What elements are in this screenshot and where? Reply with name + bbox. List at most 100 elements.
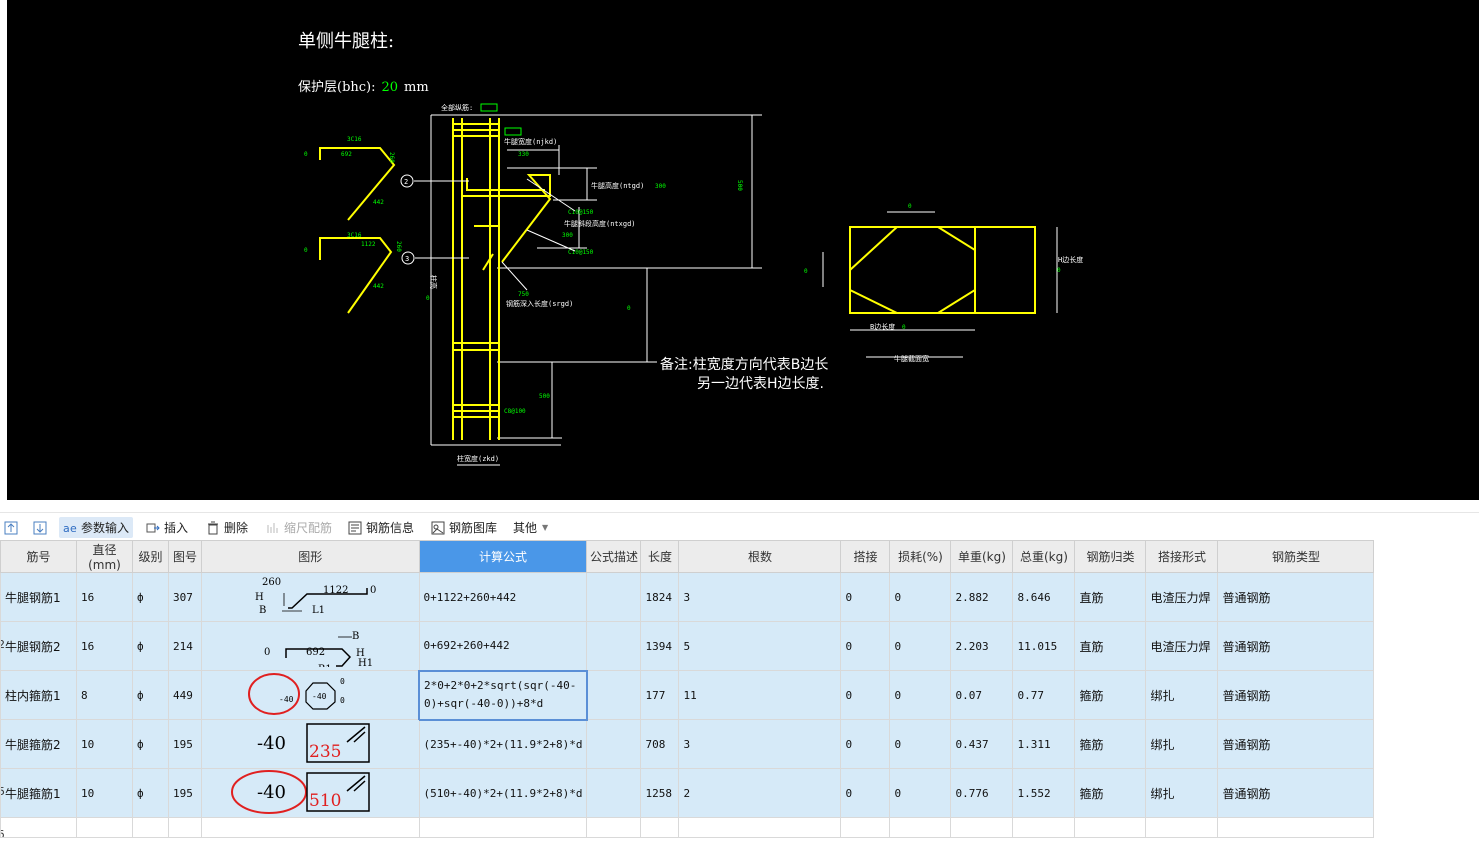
cell-loss[interactable]: 0	[889, 621, 952, 671]
cell-unit-weight[interactable]: 2.882	[950, 572, 1014, 622]
move-up-button[interactable]	[4, 517, 22, 538]
cell-fig-no[interactable]: 449	[168, 670, 202, 720]
njkd-input-box[interactable]	[504, 127, 522, 136]
cell-shape[interactable]: -40 -40 0 0	[201, 670, 420, 720]
delete-button[interactable]: 删除	[206, 517, 248, 538]
header-rebar-type[interactable]: 钢筋类型	[1217, 540, 1375, 573]
value-ntgd[interactable]: 300	[655, 183, 666, 190]
header-formula-desc[interactable]: 公式描述	[586, 540, 642, 573]
cell-empty[interactable]	[132, 817, 169, 838]
table-row-empty[interactable]: 6	[0, 817, 1375, 838]
cell-empty[interactable]	[1145, 817, 1219, 838]
cell-name[interactable]: 牛腿箍筋2	[0, 719, 77, 769]
value-column-height[interactable]: 0	[426, 295, 430, 302]
cell-grade[interactable]: ф	[132, 768, 169, 818]
header-rebar-no[interactable]: 筋号	[0, 540, 77, 573]
bar1-length[interactable]: 692	[341, 151, 352, 158]
cell-unit-weight[interactable]: 0.437	[950, 719, 1014, 769]
cell-rebar-type[interactable]: 普通钢筋	[1217, 719, 1375, 769]
cell-lap-type[interactable]: 绑扎	[1145, 719, 1219, 769]
cell-fig-no[interactable]: 195	[168, 768, 202, 818]
cell-lap-type[interactable]: 电渣压力焊	[1145, 621, 1219, 671]
cell-name[interactable]: 柱内箍筋1	[0, 670, 77, 720]
value-right-dim[interactable]: 500	[736, 180, 743, 191]
cell-rebar-type[interactable]: 普通钢筋	[1217, 768, 1375, 818]
cell-fig-no[interactable]: 214	[168, 621, 202, 671]
table-row[interactable]: 牛腿箍筋2 10 ф 195 -40 235 (235+-40)*2+(11.9…	[0, 719, 1375, 769]
cell-empty[interactable]	[1074, 817, 1147, 838]
cell-lap[interactable]: 0	[840, 621, 891, 671]
cell-grade[interactable]: ф	[132, 719, 169, 769]
cell-grade[interactable]: ф	[132, 572, 169, 622]
cell-category[interactable]: 直筋	[1074, 572, 1147, 622]
header-lap[interactable]: 搭接	[840, 540, 891, 573]
move-down-button[interactable]	[33, 517, 51, 538]
cell-loss[interactable]: 0	[889, 768, 952, 818]
cell-fig-no[interactable]: 195	[168, 719, 202, 769]
section-b-value[interactable]: 0	[902, 324, 906, 331]
cell-lap[interactable]: 0	[840, 572, 891, 622]
bar1-spec[interactable]: 3C16	[347, 136, 362, 143]
cell-empty[interactable]	[586, 817, 642, 838]
cell-empty[interactable]	[168, 817, 202, 838]
table-row[interactable]: 柱内箍筋1 8 ф 449 -40 -40 0 0 2*0+2*0+2*sqrt…	[0, 669, 1375, 721]
value-anchor[interactable]: 750	[518, 291, 529, 298]
cell-empty[interactable]: 6	[0, 817, 77, 838]
cell-length[interactable]: 1394	[640, 621, 680, 671]
cell-empty[interactable]	[201, 817, 420, 838]
header-total-weight[interactable]: 总重(kg)	[1012, 540, 1076, 573]
bar2-spec[interactable]: 3C16	[347, 232, 362, 239]
table-row[interactable]: 2牛腿钢筋2 16 ф 214 0 692 B H H1 B1	[0, 621, 1375, 671]
cell-rebar-type[interactable]: 普通钢筋	[1217, 572, 1375, 622]
cell-rebar-type[interactable]: 普通钢筋	[1217, 621, 1375, 671]
cell-formula-desc[interactable]	[586, 768, 642, 818]
cell-lap-type[interactable]: 电渣压力焊	[1145, 572, 1219, 622]
cell-formula-desc[interactable]	[586, 670, 642, 720]
header-unit-weight[interactable]: 单重(kg)	[950, 540, 1014, 573]
cell-lap[interactable]: 0	[840, 768, 891, 818]
cell-fig-no[interactable]: 307	[168, 572, 202, 622]
cell-name[interactable]: 牛腿钢筋1	[0, 572, 77, 622]
value-mid[interactable]: 0	[627, 305, 631, 312]
header-shape[interactable]: 图形	[201, 540, 420, 573]
cell-formula-desc[interactable]	[586, 621, 642, 671]
cell-empty[interactable]	[950, 817, 1014, 838]
table-row[interactable]: 牛腿钢筋1 16 ф 307 260 1122 0 H B L1 0+1122+…	[0, 572, 1375, 622]
cell-count[interactable]: 11	[678, 670, 842, 720]
cell-length[interactable]: 1824	[640, 572, 680, 622]
cell-lap[interactable]: 0	[840, 670, 891, 720]
cell-rebar-type[interactable]: 普通钢筋	[1217, 670, 1375, 720]
cell-lap-type[interactable]: 绑扎	[1145, 670, 1219, 720]
cell-diameter[interactable]: 8	[76, 670, 133, 720]
cell-lap[interactable]: 0	[840, 719, 891, 769]
header-formula[interactable]: 计算公式	[418, 540, 588, 573]
cell-formula[interactable]: 0+1122+260+442	[418, 572, 588, 622]
cell-unit-weight[interactable]: 0.776	[950, 768, 1014, 818]
header-grade[interactable]: 级别	[132, 540, 169, 573]
header-lap-type[interactable]: 搭接形式	[1145, 540, 1219, 573]
cell-empty[interactable]	[76, 817, 133, 838]
other-menu-button[interactable]: 其他 ▼	[513, 517, 548, 538]
cell-name[interactable]: 5牛腿箍筋1	[0, 768, 77, 818]
cell-formula-desc[interactable]	[586, 572, 642, 622]
cell-count[interactable]: 3	[678, 572, 842, 622]
cell-shape[interactable]: 0 692 B H H1 B1	[201, 621, 420, 671]
cell-formula[interactable]: 0+692+260+442	[418, 621, 588, 671]
cell-formula[interactable]: (235+-40)*2+(11.9*2+8)*d	[418, 719, 588, 769]
cell-unit-weight[interactable]: 0.07	[950, 670, 1014, 720]
cell-shape[interactable]: 260 1122 0 H B L1	[201, 572, 420, 622]
table-row[interactable]: 5牛腿箍筋1 10 ф 195 -40 510 (510+-40)*2+(11.…	[0, 768, 1375, 818]
label-stirrup1[interactable]: C10@150	[568, 209, 594, 216]
cell-lap-type[interactable]: 绑扎	[1145, 768, 1219, 818]
cell-diameter[interactable]: 10	[76, 719, 133, 769]
cell-empty[interactable]	[678, 817, 842, 838]
cell-length[interactable]: 1258	[640, 768, 680, 818]
cell-shape[interactable]: -40 510	[201, 768, 420, 818]
rebar-info-button[interactable]: 钢筋信息	[348, 517, 414, 538]
cell-empty[interactable]	[640, 817, 680, 838]
top-all-input-box[interactable]	[480, 103, 498, 112]
cell-length[interactable]: 177	[640, 670, 680, 720]
header-fig-no[interactable]: 图号	[168, 540, 202, 573]
bar1-height[interactable]: 260	[388, 152, 395, 163]
cell-count[interactable]: 2	[678, 768, 842, 818]
